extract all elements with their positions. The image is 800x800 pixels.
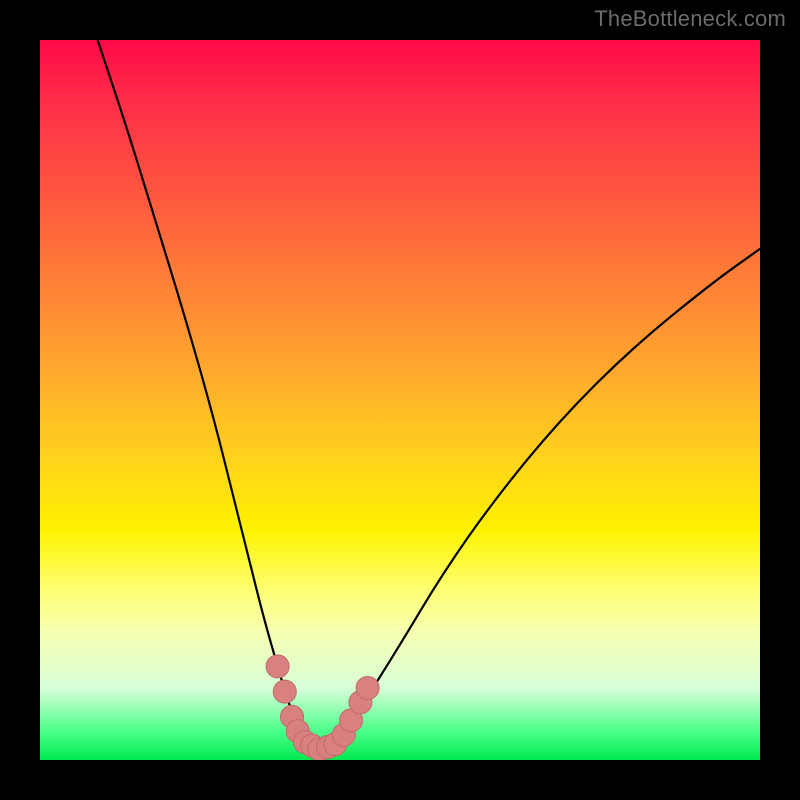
bottleneck-curve-svg [40,40,760,760]
valley-markers [266,655,379,760]
chart-frame: TheBottleneck.com [0,0,800,800]
valley-marker [356,676,379,699]
plot-area [40,40,760,760]
watermark-text: TheBottleneck.com [594,6,786,32]
valley-marker [266,655,289,678]
bottleneck-curve [98,40,760,748]
valley-marker [273,680,296,703]
